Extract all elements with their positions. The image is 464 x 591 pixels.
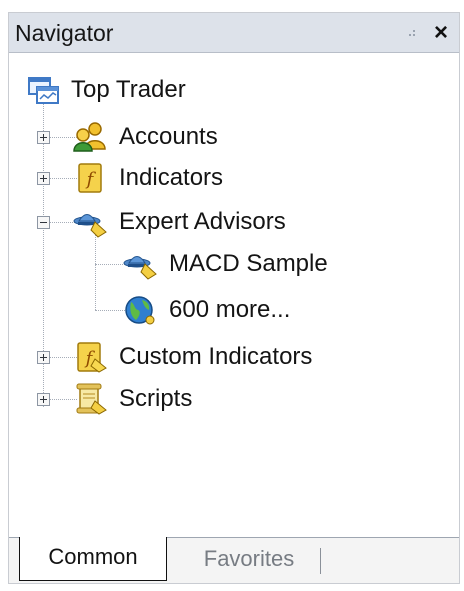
panel-title: Navigator [15,20,114,46]
tree-label: Indicators [119,164,224,191]
tree-node-custom-indicators[interactable]: f Custom Indicators [73,339,312,375]
close-button[interactable]: × [429,20,453,46]
expand-toggle-custom-indicators[interactable] [37,351,50,364]
expand-toggle-indicators[interactable] [37,172,50,185]
tab-separator [320,548,321,574]
navigator-panel: Navigator × Top Trader Accounts f Indica… [8,12,460,584]
grip-icon [409,30,415,36]
tree-label: Accounts [119,123,218,150]
tree-label: Top Trader [71,76,186,103]
accounts-icon [73,121,107,153]
tree-label: Expert Advisors [119,208,286,235]
expand-toggle-scripts[interactable] [37,393,50,406]
expand-toggle-accounts[interactable] [37,131,50,144]
indicator-icon: f [73,162,107,194]
tree-node-macd-sample[interactable]: MACD Sample [123,246,328,282]
tree-node-600-more[interactable]: 600 more... [123,292,290,328]
tree-node-top-trader[interactable]: Top Trader [25,72,186,108]
tab-favorites[interactable]: Favorites [179,540,319,580]
collapse-toggle-expert-advisors[interactable] [37,216,50,229]
tree-label: MACD Sample [169,250,328,277]
tree-node-accounts[interactable]: Accounts [73,119,218,155]
navigator-tree: Top Trader Accounts f Indicators Expert … [9,54,459,540]
tree-label: Custom Indicators [119,343,313,370]
tab-common[interactable]: Common [19,537,167,581]
tree-node-scripts[interactable]: Scripts [73,381,192,417]
tree-label: Scripts [119,385,193,412]
script-icon [73,383,107,415]
tree-connector [95,233,96,310]
globe-icon [123,294,157,326]
tab-bar: Common Favorites [9,537,459,583]
expert-advisor-icon [73,206,107,238]
tree-label: 600 more... [169,296,291,323]
tree-node-expert-advisors[interactable]: Expert Advisors [73,204,286,240]
custom-indicator-icon: f [73,341,107,373]
panel-title-bar[interactable]: Navigator × [9,13,459,53]
terminal-icon [25,74,59,106]
tree-node-indicators[interactable]: f Indicators [73,160,223,196]
expert-advisor-icon [123,248,157,280]
